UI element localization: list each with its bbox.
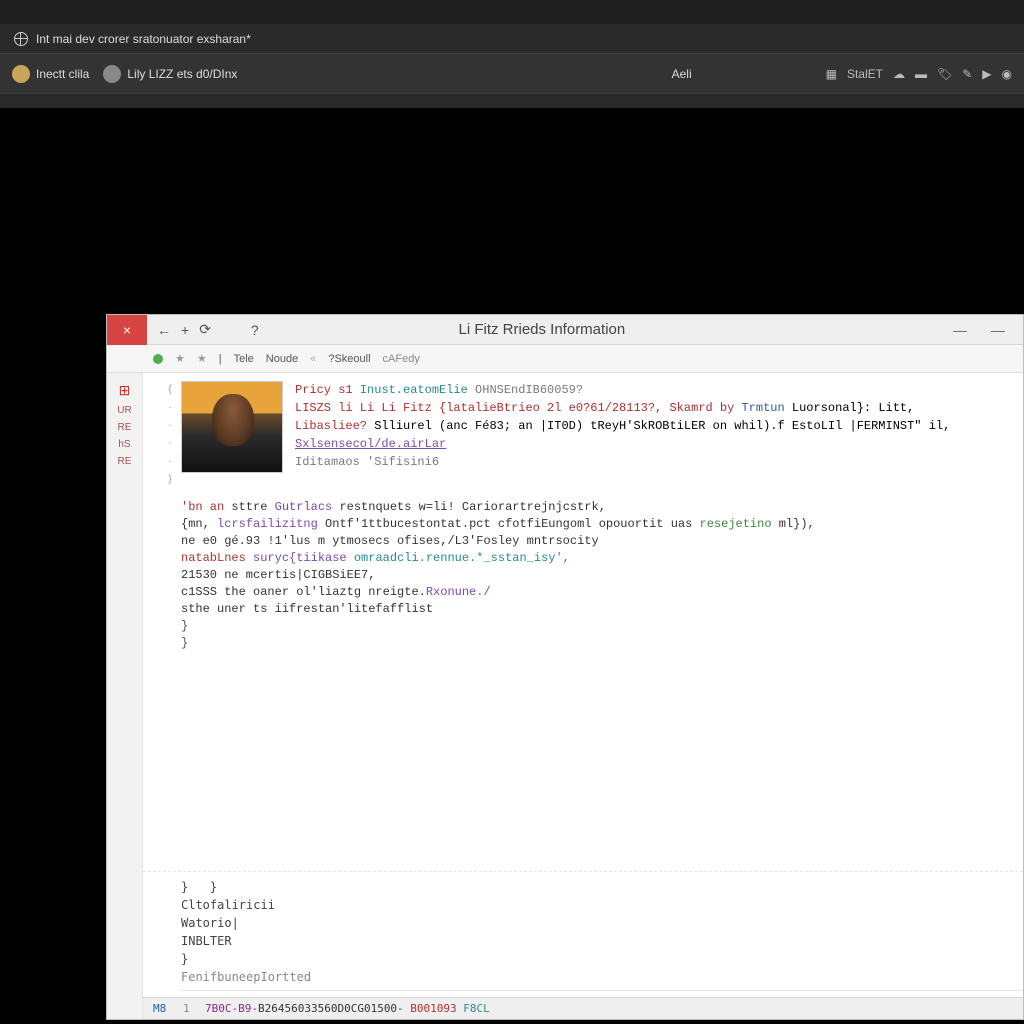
gutter-marker-icon[interactable]: ⊞ bbox=[107, 379, 142, 402]
code-token: ml}), bbox=[772, 517, 815, 531]
hash-seg: F8CL bbox=[463, 1002, 490, 1015]
footer-meta: } } Cltofaliricii Watorio| INBLTER } Fen… bbox=[143, 871, 1023, 997]
minimize-button[interactable]: — bbox=[953, 322, 967, 338]
gutter-label: UR bbox=[107, 402, 142, 419]
meta-val: 'Sifisini6 bbox=[367, 455, 439, 469]
window-title: Li Fitz Rrieds Information bbox=[269, 321, 935, 338]
nav-controls: ← + ⟳ ? bbox=[147, 321, 269, 338]
code-token: restnquets w=li! Cariorartrejnjcstrk, bbox=[332, 500, 606, 514]
hand-icon[interactable]: ✎ bbox=[962, 67, 972, 81]
meta-id: OHNSEndIB60059? bbox=[475, 383, 583, 397]
user-chip-2-label: Lily LIZZ ets d0/DInx bbox=[127, 67, 237, 81]
meta-name: Trmtun bbox=[741, 401, 784, 415]
window-toolbar: ★ ★ | Tele Noude « ?Skeoull cAFedy bbox=[107, 345, 1023, 373]
hash-seg: 7B0C-B9- bbox=[205, 1002, 258, 1015]
tag-icon[interactable]: 🏷 bbox=[937, 67, 952, 81]
toolbar-right-label: StalET bbox=[847, 67, 883, 81]
footer-line: INBLTER bbox=[181, 932, 1023, 950]
code-token: Gutrlacs bbox=[275, 500, 333, 514]
reload-button[interactable]: ⟳ bbox=[199, 321, 211, 338]
help-button[interactable]: ? bbox=[251, 322, 259, 338]
meta-line: LISZS li Li Li Fitz {latalieBtrieo 2l e0… bbox=[295, 401, 734, 415]
code-token: suryc{tiikase bbox=[246, 551, 347, 565]
code-token: resejetino bbox=[692, 517, 771, 531]
close-button[interactable]: × bbox=[107, 315, 147, 345]
info-window: × ← + ⟳ ? Li Fitz Rrieds Information — —… bbox=[106, 314, 1024, 1020]
camera-icon[interactable]: ◉ bbox=[1002, 67, 1012, 81]
footer-line: Watorio| bbox=[181, 914, 1023, 932]
window-titlebar: × ← + ⟳ ? Li Fitz Rrieds Information — — bbox=[107, 315, 1023, 345]
star-icon[interactable]: ★ bbox=[175, 352, 185, 365]
meta-key: Iditamaos bbox=[295, 455, 360, 469]
code-line: sthe uner ts iifrestan'litefafflist bbox=[181, 601, 1023, 618]
hash-seg: B26456033560D0CG01500- bbox=[258, 1002, 404, 1015]
toolbar-icon-group: ▦ StalET ☁ ▬ 🏷 ✎ ▶ ◉ bbox=[826, 67, 1012, 81]
grid-icon[interactable]: ▦ bbox=[826, 67, 837, 81]
code-token: sttre bbox=[224, 500, 274, 514]
globe-icon bbox=[14, 32, 28, 46]
code-line: ne e0 gé.93 !1'lus m ytmosecs ofises,/L3… bbox=[181, 533, 1023, 550]
status-left2: 1 bbox=[183, 1002, 195, 1015]
window-body: ⊞ UR RE hS RE {····} Pricy s1 Inust.eato… bbox=[107, 373, 1023, 1019]
meta-link[interactable]: Sxlsensecol/de.airLar bbox=[295, 437, 446, 451]
toolbar-item-4[interactable]: cAFedy bbox=[383, 353, 420, 365]
hash-seg: B001093 bbox=[404, 1002, 464, 1015]
code-token: 'bn an bbox=[181, 500, 224, 514]
breadcrumb-bar: Int mai dev crorer sratonuator exsharan* bbox=[0, 24, 1024, 54]
code-line: 21530 ne mcertis|CIGBSiEE7, bbox=[181, 567, 1023, 584]
breadcrumb-text: Int mai dev crorer sratonuator exsharan* bbox=[36, 32, 251, 46]
profile-photo[interactable] bbox=[181, 381, 283, 473]
back-button[interactable]: ← bbox=[157, 322, 171, 338]
meta-key: Pricy s1 bbox=[295, 383, 353, 397]
meta-tail: Luorsonal}: Litt, bbox=[785, 401, 915, 415]
meta-key: Libasliee? bbox=[295, 419, 367, 433]
code-token: Ontf'1ttbucestontat.pct cfotfiEungoml op… bbox=[318, 517, 692, 531]
play-icon[interactable]: ▶ bbox=[982, 67, 991, 81]
meta-val: Slliurel (anc Fé83; an |IT0D) tReyH'SkRO… bbox=[374, 419, 950, 433]
toolbar-item-1[interactable]: Tele bbox=[234, 353, 254, 365]
fold-column: {····} bbox=[159, 381, 181, 489]
os-titlebar bbox=[0, 0, 1024, 24]
gutter-label: RE bbox=[107, 453, 142, 470]
code-block: 'bn an sttre Gutrlacs restnquets w=li! C… bbox=[143, 499, 1023, 652]
gutter-label: hS bbox=[107, 436, 142, 453]
footer-line: Cltofaliricii bbox=[181, 896, 1023, 914]
profile-meta: Pricy s1 Inust.eatomElie OHNSEndIB60059?… bbox=[295, 381, 950, 471]
code-token: lcrsfailizitng bbox=[217, 517, 318, 531]
avatar-icon bbox=[103, 65, 121, 83]
code-token: {mn, bbox=[181, 517, 210, 531]
toolbar-item-2[interactable]: Noude bbox=[266, 353, 298, 365]
cloud-icon[interactable]: ☁ bbox=[893, 67, 905, 81]
code-token: omraadcli.rennue.*_sstan_isy', bbox=[347, 551, 570, 565]
user-chip-1-label: Inectt clila bbox=[36, 67, 89, 81]
avatar-icon bbox=[12, 65, 30, 83]
maximize-button[interactable]: — bbox=[991, 322, 1005, 338]
close-icon: × bbox=[123, 322, 131, 338]
toolbar-item-3[interactable]: ?Skeoull bbox=[328, 353, 370, 365]
window-controls: — — bbox=[935, 322, 1023, 338]
user-chip-1[interactable]: Inectt clila bbox=[12, 65, 89, 83]
line-gutter: ⊞ UR RE hS RE bbox=[107, 373, 143, 1019]
status-left[interactable]: M8 bbox=[153, 1002, 173, 1015]
status-bar: M8 1 7B0C-B9-B26456033560D0CG01500- B001… bbox=[143, 997, 1023, 1019]
code-token: natabLnes bbox=[181, 551, 246, 565]
status-dot-icon bbox=[153, 354, 163, 364]
menu-center-label[interactable]: Aeli bbox=[672, 67, 692, 81]
meta-val: Inust.eatomElie bbox=[360, 383, 468, 397]
footer-line: FenifbuneepIortted bbox=[181, 968, 1023, 986]
star-icon[interactable]: ★ bbox=[197, 352, 207, 365]
status-hash: 7B0C-B9-B26456033560D0CG01500- B001093 F… bbox=[205, 1002, 490, 1015]
editor-pane: {····} Pricy s1 Inust.eatomElie OHNSEndI… bbox=[143, 373, 1023, 1019]
app-shell: Int mai dev crorer sratonuator exsharan*… bbox=[0, 0, 1024, 108]
minus-icon[interactable]: ▬ bbox=[915, 67, 927, 81]
gutter-label: RE bbox=[107, 419, 142, 436]
user-chip-2[interactable]: Lily LIZZ ets d0/DInx bbox=[103, 65, 237, 83]
menu-bar: Inectt clila Lily LIZZ ets d0/DInx Aeli … bbox=[0, 54, 1024, 94]
code-token: Rxonune./ bbox=[426, 585, 491, 599]
code-token: c1SSS the oaner ol'liaztg nreigte. bbox=[181, 585, 426, 599]
